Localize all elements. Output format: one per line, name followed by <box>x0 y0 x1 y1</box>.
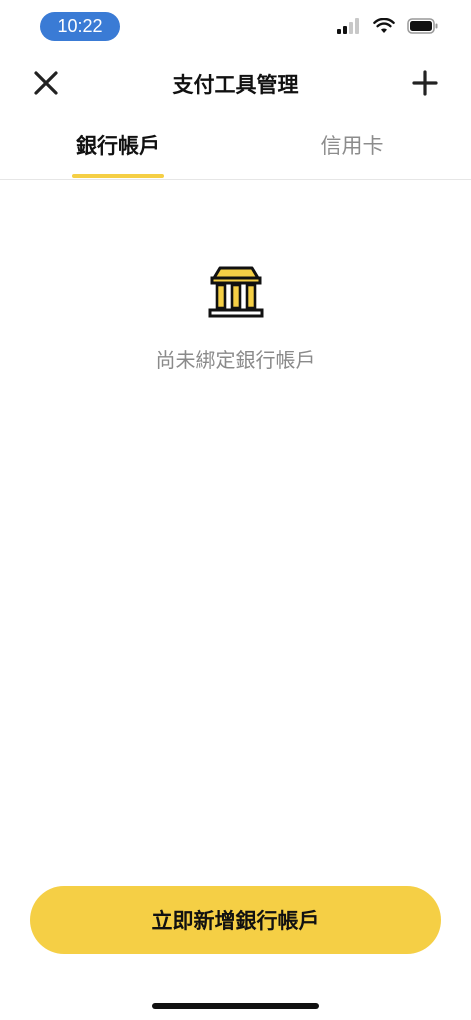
tab-credit-card[interactable]: 信用卡 <box>306 118 398 180</box>
battery-icon <box>407 18 439 38</box>
tab-credit-card-label: 信用卡 <box>320 134 384 158</box>
bank-icon <box>206 264 266 320</box>
payment-tools-screen: 10:22 支付工具管理 銀行帳戶 信用卡 尚未綁定銀行帳戶 立即新增銀行帳戶 <box>0 0 471 1020</box>
system-icons <box>337 17 439 38</box>
tab-bank-account[interactable]: 銀行帳戶 <box>72 118 164 180</box>
empty-state-message: 尚未綁定銀行帳戶 <box>155 348 316 372</box>
status-bar: 10:22 <box>0 0 471 52</box>
home-indicator <box>152 1003 319 1009</box>
status-time: 10:22 <box>40 12 120 41</box>
nav-header: 支付工具管理 <box>0 52 471 114</box>
active-tab-indicator <box>72 174 164 178</box>
add-bank-account-button[interactable]: 立即新增銀行帳戶 <box>30 886 441 954</box>
add-button[interactable] <box>409 67 441 99</box>
signal-icon <box>337 18 361 38</box>
plus-icon <box>409 70 441 103</box>
tab-bar: 銀行帳戶 信用卡 <box>0 118 471 180</box>
tab-bank-account-label: 銀行帳戶 <box>76 134 160 158</box>
wifi-icon <box>373 17 395 38</box>
page-title: 支付工具管理 <box>172 73 299 97</box>
